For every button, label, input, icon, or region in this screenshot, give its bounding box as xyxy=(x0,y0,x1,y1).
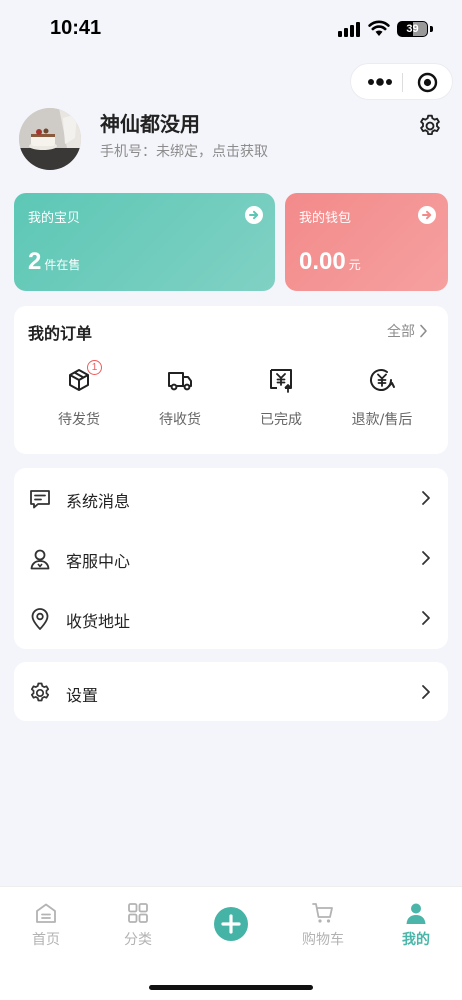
tab-label: 首页 xyxy=(32,932,60,948)
order-count-badge: 1 xyxy=(87,360,102,375)
chevron-right-icon xyxy=(422,685,430,699)
tab-label: 分类 xyxy=(124,932,152,948)
my-wallet-card[interactable]: 我的钱包 0.00 元 xyxy=(285,193,448,291)
user-name[interactable]: 神仙都没用 xyxy=(100,108,200,137)
my-orders-section: 我的订单 全部 1 待发货 待收货 已完成 退款/售后 xyxy=(14,306,448,454)
tab-label: 我的 xyxy=(402,932,430,948)
close-miniprogram-icon[interactable] xyxy=(417,72,438,93)
service-menu: 系统消息 客服中心 收货地址 xyxy=(14,468,448,649)
delivery-truck-icon xyxy=(168,372,192,391)
order-pending-shipment[interactable]: 1 待发货 xyxy=(34,360,124,436)
order-label: 已完成 xyxy=(260,412,302,428)
tab-category[interactable]: 分类 xyxy=(92,901,184,951)
settings-menu: 设置 xyxy=(14,662,448,721)
shopping-cart-icon xyxy=(312,903,333,923)
refund-icon xyxy=(370,369,395,391)
status-bar: 10:41 39 xyxy=(0,0,462,60)
order-pending-receipt[interactable]: 待收货 xyxy=(135,366,225,436)
avatar[interactable] xyxy=(19,108,81,170)
settings-gear-icon[interactable] xyxy=(417,113,443,139)
customer-service-icon xyxy=(30,549,50,570)
order-refund[interactable]: 退款/售后 xyxy=(337,366,427,436)
chevron-right-icon xyxy=(420,324,427,338)
message-icon xyxy=(30,490,50,509)
battery-icon: 39 xyxy=(397,21,428,37)
signal-icon xyxy=(338,22,360,37)
chevron-right-icon xyxy=(422,551,430,565)
menu-label: 系统消息 xyxy=(66,492,131,511)
goods-unit: 件在售 xyxy=(44,258,81,272)
order-label: 待发货 xyxy=(58,412,100,428)
tab-label: 购物车 xyxy=(302,932,344,948)
goods-count: 2 xyxy=(28,248,42,275)
menu-label: 收货地址 xyxy=(66,612,131,631)
bottom-tab-bar: 首页 分类 购物车 我的 xyxy=(0,886,462,1000)
orders-title: 我的订单 xyxy=(28,324,93,343)
arrow-right-circle-icon xyxy=(418,206,436,224)
completed-receipt-icon xyxy=(270,369,292,393)
tab-mine[interactable]: 我的 xyxy=(370,901,462,951)
menu-item-settings[interactable]: 设置 xyxy=(14,662,448,722)
tab-home[interactable]: 首页 xyxy=(0,901,92,951)
menu-item-system-messages[interactable]: 系统消息 xyxy=(14,468,448,528)
order-label: 退款/售后 xyxy=(351,412,413,428)
chevron-right-icon xyxy=(422,611,430,625)
battery-level-text: 39 xyxy=(406,23,419,35)
my-wallet-title: 我的钱包 xyxy=(299,211,352,226)
location-pin-icon xyxy=(31,608,49,630)
category-grid-icon xyxy=(128,903,148,923)
wallet-unit: 元 xyxy=(348,258,361,272)
capsule-divider xyxy=(402,73,403,92)
chevron-right-icon xyxy=(422,491,430,505)
wifi-icon xyxy=(368,20,390,36)
tab-cart[interactable]: 购物车 xyxy=(277,901,369,951)
menu-item-customer-service[interactable]: 客服中心 xyxy=(14,528,448,588)
menu-item-shipping-address[interactable]: 收货地址 xyxy=(14,588,448,648)
home-indicator xyxy=(149,985,313,990)
plus-icon xyxy=(221,914,241,934)
orders-all-link[interactable]: 全部 xyxy=(387,321,428,341)
gear-icon xyxy=(30,682,50,702)
home-icon xyxy=(36,903,56,923)
wallet-balance: 0.00 xyxy=(299,248,346,275)
user-phone-prompt[interactable]: 手机号：未绑定，点击获取 xyxy=(100,141,268,161)
my-goods-title: 我的宝贝 xyxy=(28,211,81,226)
my-goods-card[interactable]: 我的宝贝 2 件在售 xyxy=(14,193,275,291)
more-icon[interactable] xyxy=(365,74,395,90)
order-label: 待收货 xyxy=(159,412,201,428)
publish-add-button[interactable] xyxy=(214,907,248,941)
order-completed[interactable]: 已完成 xyxy=(236,366,326,436)
miniprogram-capsule xyxy=(350,63,453,100)
orders-all-label: 全部 xyxy=(387,324,415,340)
status-time: 10:41 xyxy=(50,17,102,39)
menu-label: 设置 xyxy=(66,686,99,705)
arrow-right-circle-icon xyxy=(245,206,263,224)
battery-tip xyxy=(430,26,433,32)
user-profile-icon xyxy=(406,903,426,924)
menu-label: 客服中心 xyxy=(66,552,131,571)
